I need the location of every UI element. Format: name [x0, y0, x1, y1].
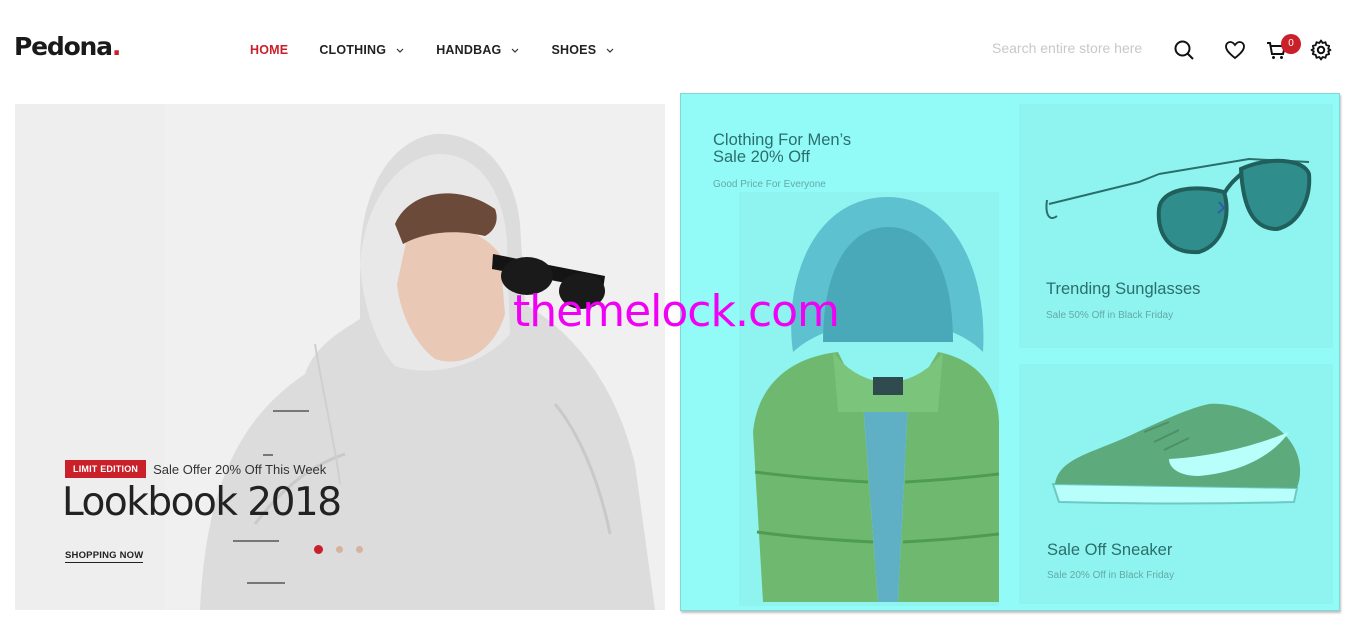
hero-offer-row: LIMIT EDITION Sale Offer 20% Off This We… [65, 460, 326, 478]
heart-icon[interactable] [1223, 38, 1247, 62]
promo-subtitle-sunglasses: Sale 50% Off in Black Friday [1046, 310, 1174, 321]
promo-card-clothing[interactable]: Clothing For Men’s Sale 20% Off Good Pri… [683, 102, 999, 606]
gear-icon[interactable] [1309, 38, 1333, 62]
hero-model-image [15, 104, 665, 610]
chevron-down-icon [606, 48, 614, 53]
sneaker-image [1019, 364, 1333, 604]
limit-edition-badge: LIMIT EDITION [65, 460, 147, 478]
chevron-down-icon [512, 48, 519, 53]
hero-offer-text: Sale Offer 20% Off This Week [153, 461, 327, 477]
chevron-down-icon [396, 48, 404, 53]
shopping-now-link[interactable]: SHOPPING NOW [65, 550, 144, 563]
nav-item-home[interactable]: HOME [250, 43, 288, 57]
slider-pagination [314, 545, 363, 554]
search-icon[interactable] [1172, 38, 1196, 62]
promo-title-sneaker: Sale Off Sneaker [1047, 541, 1173, 559]
promo-title-sunglasses: Trending Sunglasses [1046, 280, 1201, 298]
nav-item-handbag[interactable]: HANDBAG [436, 43, 520, 57]
promo-banners: Clothing For Men’s Sale 20% Off Good Pri… [680, 93, 1340, 611]
nav-item-clothing[interactable]: CLOTHING [319, 43, 405, 57]
hero-title: Lookbook 2018 [62, 480, 342, 525]
hero-slider[interactable]: LIMIT EDITION Sale Offer 20% Off This We… [15, 104, 665, 610]
logo[interactable]: Pedona. [14, 32, 121, 61]
main-nav: HOME CLOTHING HANDBAG SHOES [250, 43, 646, 57]
watermark-text: themelock.com [513, 286, 840, 337]
nav-item-shoes[interactable]: SHOES [551, 43, 615, 57]
promo-subtitle-clothing: Good Price For Everyone [713, 179, 826, 190]
slider-dot-1[interactable] [314, 545, 323, 554]
promo-card-sunglasses[interactable]: Trending Sunglasses Sale 50% Off in Blac… [1019, 104, 1333, 348]
promo-title-clothing: Clothing For Men’s Sale 20% Off [713, 131, 852, 167]
jacket-image [683, 102, 999, 606]
cart-count-badge: 0 [1281, 34, 1301, 54]
slider-dot-2[interactable] [336, 546, 343, 553]
search-input[interactable] [992, 40, 1154, 56]
promo-subtitle-sneaker: Sale 20% Off in Black Friday [1047, 570, 1175, 581]
slider-dot-3[interactable] [356, 546, 363, 553]
site-header: Pedona. HOME CLOTHING HANDBAG SHOES 0 [0, 0, 1349, 100]
promo-card-sneaker[interactable]: Sale Off Sneaker Sale 20% Off in Black F… [1019, 364, 1333, 604]
